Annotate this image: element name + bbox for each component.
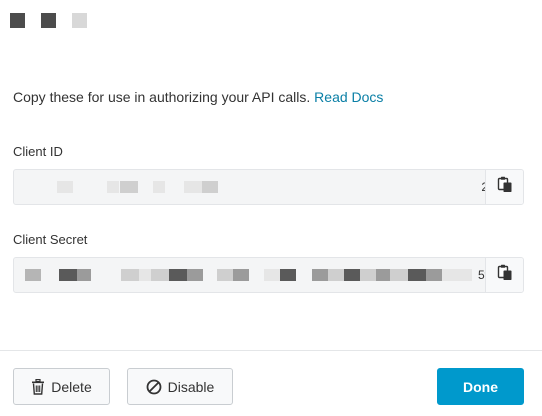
- redacted-text: [169, 269, 187, 281]
- intro-sentence: Copy these for use in authorizing your A…: [13, 89, 311, 105]
- redacted-text: [217, 269, 233, 281]
- redacted-text: [184, 181, 202, 193]
- redacted-text: [153, 181, 165, 193]
- delete-label: Delete: [51, 378, 92, 395]
- block-circle-icon: [146, 379, 162, 395]
- redacted-text: [426, 269, 442, 281]
- redacted-text: [312, 269, 328, 281]
- clipboard-copy-icon: [497, 176, 513, 198]
- footer-divider: [0, 350, 542, 351]
- redacted-text: [344, 269, 360, 281]
- client-id-field[interactable]: 2: [13, 169, 524, 205]
- client-id-label: Client ID: [13, 144, 63, 159]
- done-label: Done: [463, 378, 498, 395]
- delete-button[interactable]: Delete: [13, 368, 110, 405]
- redacted-text: [360, 269, 376, 281]
- redacted-text: [390, 269, 408, 281]
- intro-text: Copy these for use in authorizing your A…: [13, 89, 383, 105]
- redacted-text: [408, 269, 426, 281]
- client-secret-value[interactable]: 5t: [14, 258, 488, 292]
- redacted-text: [376, 269, 390, 281]
- redacted-header: [10, 13, 87, 28]
- redacted-text: [187, 269, 203, 281]
- client-secret-label: Client Secret: [13, 232, 88, 247]
- redacted-text: [233, 269, 249, 281]
- redacted-text: [57, 181, 73, 193]
- copy-client-id-button[interactable]: [485, 170, 523, 204]
- done-button[interactable]: Done: [437, 368, 524, 405]
- redacted-text: [151, 269, 169, 281]
- redacted-text: [77, 269, 91, 281]
- copy-client-secret-button[interactable]: [485, 258, 523, 292]
- redacted-text: [120, 181, 138, 193]
- redacted-text: [442, 269, 472, 281]
- read-docs-link[interactable]: Read Docs: [314, 89, 383, 105]
- disable-button[interactable]: Disable: [127, 368, 233, 405]
- clipboard-copy-icon: [497, 264, 513, 286]
- redacted-block: [41, 13, 56, 28]
- client-secret-field[interactable]: 5t: [13, 257, 524, 293]
- redacted-text: [264, 269, 280, 281]
- redacted-block: [10, 13, 25, 28]
- trash-icon: [31, 378, 45, 395]
- client-id-value[interactable]: 2: [14, 170, 488, 204]
- redacted-text: [280, 269, 296, 281]
- redacted-text: [328, 269, 344, 281]
- disable-label: Disable: [167, 378, 215, 395]
- redacted-text: [121, 269, 139, 281]
- redacted-text: [59, 269, 77, 281]
- redacted-block: [72, 13, 87, 28]
- redacted-text: [107, 181, 119, 193]
- redacted-text: [139, 269, 151, 281]
- redacted-text: [25, 269, 41, 281]
- redacted-text: [202, 181, 218, 193]
